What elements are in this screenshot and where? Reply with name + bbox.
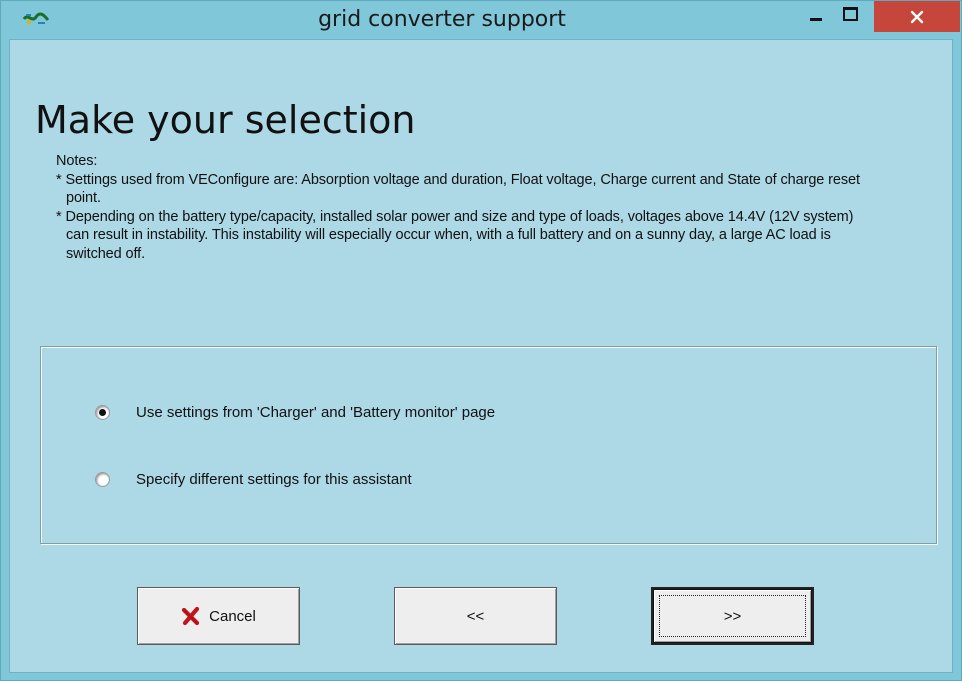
radio-button[interactable] [95, 405, 110, 420]
note-item: * Depending on the battery type/capacity… [56, 208, 854, 262]
note-item: * Settings used from VEConfigure are: Ab… [56, 171, 860, 207]
notes-title: Notes: [56, 153, 98, 169]
cancel-label: Cancel [209, 607, 256, 625]
radio-button[interactable] [95, 472, 110, 487]
minimize-icon [810, 17, 822, 21]
radio-selected-dot [99, 409, 106, 416]
option-use-charger-settings[interactable]: Use settings from 'Charger' and 'Battery… [95, 404, 495, 421]
maximize-icon [842, 7, 858, 21]
next-button[interactable]: >> [651, 587, 814, 645]
close-icon [910, 10, 924, 23]
back-label: << [466, 607, 485, 625]
option-label: Specify different settings for this assi… [136, 471, 412, 488]
notes-block: Notes: * Settings used from VEConfigure … [56, 152, 876, 264]
option-specify-different-settings[interactable]: Specify different settings for this assi… [95, 471, 412, 488]
option-label: Use settings from 'Charger' and 'Battery… [136, 404, 496, 421]
maximize-button[interactable] [830, 1, 870, 31]
focus-rectangle [659, 595, 806, 637]
red-x-icon [182, 606, 200, 626]
options-group [40, 346, 937, 544]
cancel-button[interactable]: Cancel [137, 587, 300, 645]
title-bar[interactable]: grid converter support [1, 1, 961, 39]
page-heading: Make your selection [35, 98, 416, 142]
back-button[interactable]: << [394, 587, 557, 645]
close-button[interactable] [874, 1, 960, 32]
window-title: grid converter support [318, 7, 566, 32]
